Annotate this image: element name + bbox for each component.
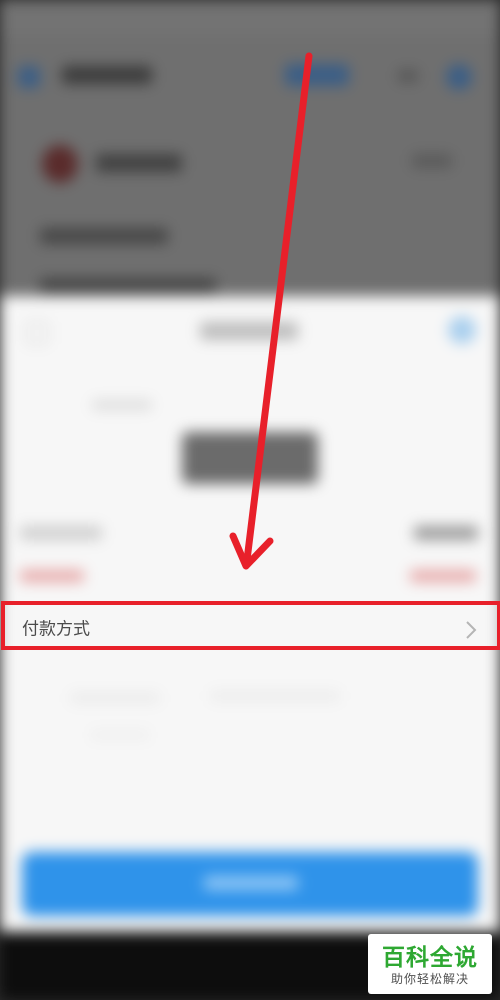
faint-text-placeholder [90,730,150,740]
sheet-title-placeholder [200,322,298,340]
info-line-placeholder [40,228,168,244]
dimmed-page-behind-sheet [0,0,500,300]
status-bar [0,0,500,36]
nav-menu-icon [446,64,472,90]
amount-label-placeholder [92,400,152,410]
back-icon [18,66,40,88]
amount-placeholder [182,432,318,484]
discount-label-placeholder [20,570,84,582]
faint-text-placeholder [70,692,160,704]
help-icon [448,316,476,344]
watermark-subtitle: 助你轻松解决 [390,972,469,986]
more-icon [398,70,418,82]
side-label-placeholder [412,154,452,168]
nav-action-placeholder [285,64,349,86]
payment-method-label: 付款方式 [22,619,90,640]
close-icon [26,322,48,344]
confirm-payment-label-placeholder [204,876,298,890]
avatar [42,145,78,183]
nav-title-placeholder [62,66,152,84]
blurred-background-app [0,0,500,1000]
order-info-placeholder [20,526,102,540]
order-value-placeholder [414,526,478,540]
info-line-placeholder [40,278,216,294]
watermark-title: 百科全说 [382,945,478,971]
watermark-logo: 百科全说 助你轻松解决 [368,934,492,994]
faint-text-placeholder [210,690,340,702]
chevron-right-icon[interactable] [462,619,480,641]
merchant-name-placeholder [96,154,182,172]
discount-value-placeholder [410,570,476,582]
